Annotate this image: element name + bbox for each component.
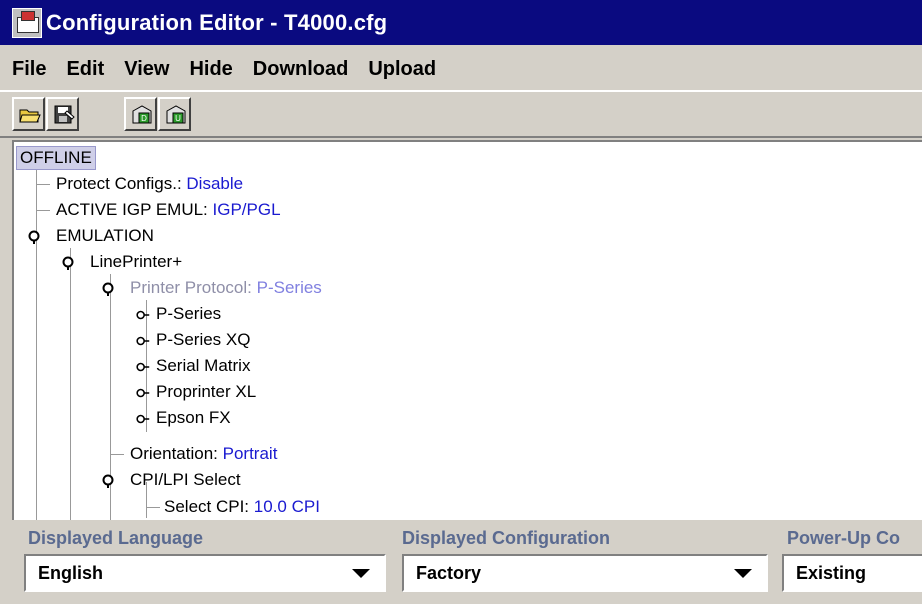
expanded-node-icon[interactable] (102, 282, 116, 296)
open-folder-icon (19, 109, 41, 123)
chevron-down-icon[interactable] (352, 569, 370, 578)
tree-item-protocol-option[interactable]: P-Series XQ (156, 328, 250, 352)
title-bar: Configuration Editor - T4000.cfg (0, 0, 922, 45)
expanded-node-icon[interactable] (62, 256, 76, 270)
tree-item-protocol-option[interactable]: Epson FX (156, 406, 231, 430)
option-node-icon[interactable] (136, 412, 150, 426)
tree-item-label: Select CPI: (164, 497, 250, 516)
tree-item-protocol-option[interactable]: Proprinter XL (156, 380, 256, 404)
menu-view[interactable]: View (124, 58, 169, 81)
tree-item-value: IGP/PGL (212, 200, 281, 219)
tree-root-offline[interactable]: OFFLINE (16, 146, 96, 170)
tree-item-printer-protocol[interactable]: Printer Protocol: P-Series (130, 276, 322, 300)
printer-app-icon[interactable] (12, 7, 42, 38)
selected-value: Existing (796, 563, 867, 583)
displayed-language-select[interactable]: English (24, 554, 386, 592)
tree-item-lineprinter[interactable]: LinePrinter+ (90, 250, 182, 274)
option-node-icon[interactable] (136, 360, 150, 374)
selector-panel: Displayed Language English Displayed Con… (0, 522, 922, 604)
chevron-down-icon[interactable] (734, 569, 752, 578)
download-button[interactable]: D (124, 97, 157, 131)
open-button[interactable] (12, 97, 45, 131)
tree-item-label: ACTIVE IGP EMUL: (56, 200, 208, 219)
save-button[interactable] (46, 97, 79, 131)
tree-item-label: Protect Configs.: (56, 174, 182, 193)
tree-item-label: Printer Protocol: (130, 278, 252, 297)
option-node-icon[interactable] (136, 386, 150, 400)
option-node-icon[interactable] (136, 308, 150, 322)
tree-item-protect-configs[interactable]: Protect Configs.: Disable (56, 172, 243, 196)
tree-item-orientation[interactable]: Orientation: Portrait (130, 442, 277, 466)
selected-value: English (38, 563, 104, 583)
power-up-config-select[interactable]: Existing (782, 554, 922, 592)
svg-text:U: U (175, 114, 181, 123)
window-title: Configuration Editor - T4000.cfg (46, 9, 388, 35)
tree-item-protocol-option[interactable]: P-Series (156, 302, 221, 326)
upload-icon: U (166, 105, 186, 124)
tree-item-emulation[interactable]: EMULATION (56, 224, 154, 248)
tree-item-value: P-Series (256, 278, 322, 297)
tree-connector (36, 210, 50, 211)
tree-item-cpi-lpi[interactable]: CPI/LPI Select (130, 468, 241, 492)
download-icon: D (132, 105, 152, 124)
power-up-config-label: Power-Up Co (787, 528, 901, 548)
option-node-icon[interactable] (136, 334, 150, 348)
tree-item-value: Disable (186, 174, 244, 193)
displayed-configuration-label: Displayed Configuration (402, 528, 611, 548)
menu-edit[interactable]: Edit (66, 58, 104, 81)
menu-file[interactable]: File (12, 58, 46, 81)
tree-item-select-cpi[interactable]: Select CPI: 10.0 CPI (164, 495, 320, 519)
tree-item-label: Orientation: (130, 444, 218, 463)
displayed-configuration-select[interactable]: Factory (402, 554, 768, 592)
tree-item-protocol-option[interactable]: Serial Matrix (156, 354, 250, 378)
tree-item-value: Portrait (222, 444, 278, 463)
menu-hide[interactable]: Hide (189, 58, 232, 81)
tree-connector (110, 454, 124, 455)
tree-item-active-igp[interactable]: ACTIVE IGP EMUL: IGP/PGL (56, 198, 281, 222)
tree-connector (70, 248, 71, 520)
menu-bar: File Edit View Hide Download Upload (0, 48, 922, 90)
expanded-node-icon[interactable] (102, 474, 116, 488)
expanded-node-icon[interactable] (28, 230, 42, 244)
save-config-icon (54, 105, 75, 124)
tree-connector (36, 170, 37, 520)
config-tree[interactable]: OFFLINE Protect Configs.: Disable ACTIVE… (12, 140, 922, 520)
upload-button[interactable]: U (158, 97, 191, 131)
toolbar: D U (0, 90, 922, 138)
menu-download[interactable]: Download (253, 58, 349, 81)
menu-upload[interactable]: Upload (368, 58, 436, 81)
tree-connector (36, 184, 50, 185)
tree-item-value: 10.0 CPI (253, 497, 320, 516)
tree-connector (146, 507, 160, 508)
displayed-language-label: Displayed Language (28, 528, 204, 548)
selected-value: Factory (416, 563, 482, 583)
svg-text:D: D (141, 114, 147, 123)
